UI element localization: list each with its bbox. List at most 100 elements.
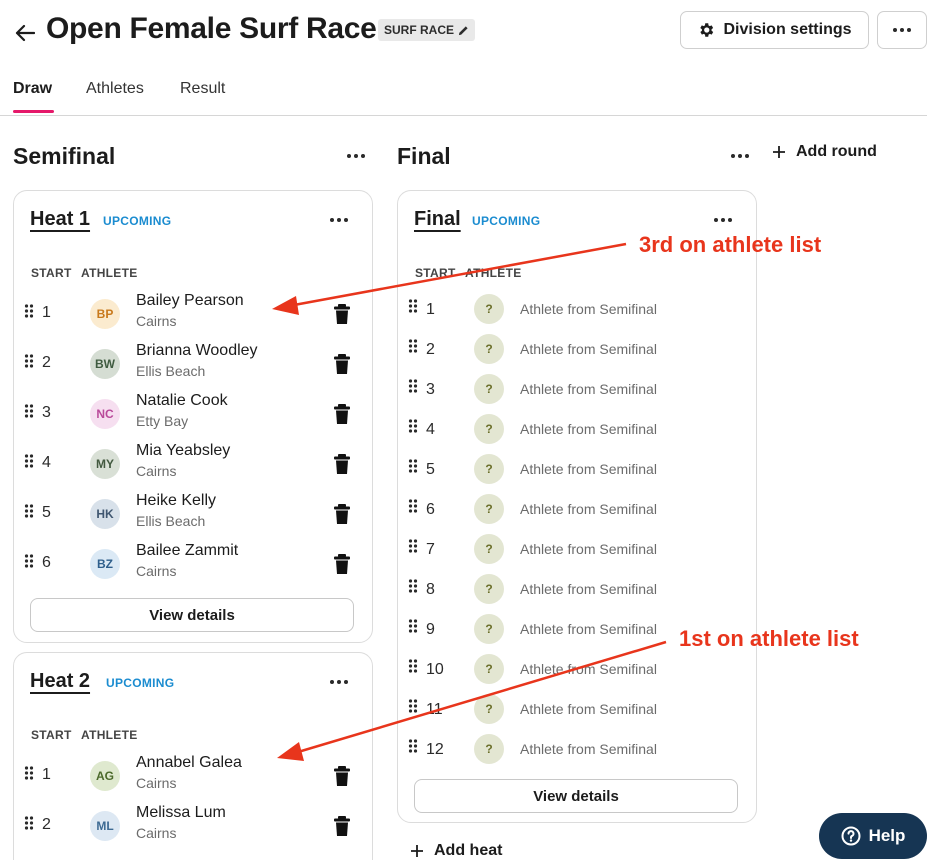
start-position: 1	[42, 304, 51, 321]
drag-handle-icon[interactable]	[408, 738, 418, 754]
athlete-name[interactable]: Annabel Galea	[136, 754, 242, 772]
drag-handle-icon[interactable]	[24, 453, 34, 469]
round-title-semifinal: Semifinal	[13, 143, 116, 169]
start-position: 10	[426, 661, 444, 678]
drag-handle-icon[interactable]	[408, 418, 418, 434]
athlete-name[interactable]: Heike Kelly	[136, 492, 216, 510]
drag-handle-icon[interactable]	[408, 658, 418, 674]
placeholder-row[interactable]: 4? Athlete from Semifinal	[398, 414, 756, 458]
trash-icon[interactable]	[332, 453, 352, 475]
division-settings-label: Division settings	[723, 21, 852, 38]
trash-icon[interactable]	[332, 403, 352, 425]
placeholder-row[interactable]: 10? Athlete from Semifinal	[398, 654, 756, 698]
athlete-row[interactable]: 2 ML Melissa Lum Cairns	[14, 804, 372, 860]
trash-icon[interactable]	[332, 353, 352, 375]
placeholder-avatar: ?	[474, 454, 504, 484]
column-header-start: START	[31, 728, 72, 742]
athlete-club: Ellis Beach	[136, 363, 206, 379]
drag-handle-icon[interactable]	[24, 403, 34, 419]
athlete-name[interactable]: Natalie Cook	[136, 392, 228, 410]
semifinal-more-icon[interactable]	[343, 150, 369, 162]
heat-title[interactable]: Final	[414, 208, 461, 231]
add-heat-label: Add heat	[434, 842, 503, 859]
athlete-name[interactable]: Mia Yeabsley	[136, 442, 230, 460]
back-arrow-icon[interactable]	[12, 20, 38, 46]
drag-handle-icon[interactable]	[24, 503, 34, 519]
avatar: BP	[90, 299, 120, 329]
header-more-button[interactable]	[877, 11, 927, 49]
drag-handle-icon[interactable]	[24, 303, 34, 319]
column-header-athlete: ATHLETE	[465, 266, 522, 280]
drag-handle-icon[interactable]	[408, 298, 418, 314]
placeholder-row[interactable]: 1? Athlete from Semifinal	[398, 294, 756, 338]
athlete-name[interactable]: Melissa Lum	[136, 804, 226, 822]
final-more-icon[interactable]	[727, 150, 753, 162]
drag-handle-icon[interactable]	[408, 498, 418, 514]
division-settings-button[interactable]: Division settings	[680, 11, 869, 49]
heat-more-icon[interactable]	[326, 214, 352, 226]
heat-more-icon[interactable]	[326, 676, 352, 688]
placeholder-row[interactable]: 3? Athlete from Semifinal	[398, 374, 756, 418]
athlete-club: Cairns	[136, 825, 177, 841]
start-position: 2	[42, 354, 51, 371]
drag-handle-icon[interactable]	[408, 338, 418, 354]
avatar: ML	[90, 811, 120, 841]
drag-handle-icon[interactable]	[408, 538, 418, 554]
plus-icon	[411, 845, 423, 857]
placeholder-row[interactable]: 7? Athlete from Semifinal	[398, 534, 756, 578]
drag-handle-icon[interactable]	[24, 553, 34, 569]
start-position: 5	[426, 461, 435, 478]
athlete-name[interactable]: Brianna Woodley	[136, 342, 258, 360]
drag-handle-icon[interactable]	[408, 618, 418, 634]
tab-athletes[interactable]: Athletes	[86, 80, 144, 98]
athlete-club: Etty Bay	[136, 413, 189, 429]
trash-icon[interactable]	[332, 815, 352, 837]
athlete-name[interactable]: Bailee Zammit	[136, 542, 238, 560]
placeholder-avatar: ?	[474, 614, 504, 644]
tab-draw[interactable]: Draw	[13, 80, 52, 98]
placeholder-row[interactable]: 11? Athlete from Semifinal	[398, 694, 756, 738]
heat-more-icon[interactable]	[710, 214, 736, 226]
athlete-row[interactable]: 6 BZ Bailee Zammit Cairns	[14, 542, 372, 599]
help-button[interactable]: Help	[819, 813, 927, 859]
start-position: 5	[42, 504, 51, 521]
start-position: 6	[426, 501, 435, 518]
athlete-club: Cairns	[136, 775, 177, 791]
trash-icon[interactable]	[332, 503, 352, 525]
placeholder-athlete-text: Athlete from Semifinal	[520, 421, 657, 437]
placeholder-row[interactable]: 8? Athlete from Semifinal	[398, 574, 756, 618]
add-round-button[interactable]: Add round	[772, 143, 877, 161]
placeholder-avatar: ?	[474, 574, 504, 604]
drag-handle-icon[interactable]	[408, 698, 418, 714]
trash-icon[interactable]	[332, 303, 352, 325]
drag-handle-icon[interactable]	[24, 815, 34, 831]
placeholder-avatar: ?	[474, 334, 504, 364]
trash-icon[interactable]	[332, 553, 352, 575]
placeholder-row[interactable]: 5? Athlete from Semifinal	[398, 454, 756, 498]
drag-handle-icon[interactable]	[408, 578, 418, 594]
drag-handle-icon[interactable]	[24, 765, 34, 781]
heat-card-final: Final UPCOMING START ATHLETE 1? Athlete f…	[397, 190, 757, 823]
athlete-name[interactable]: Bailey Pearson	[136, 292, 244, 310]
heat-title[interactable]: Heat 2	[30, 670, 90, 693]
drag-handle-icon[interactable]	[408, 378, 418, 394]
drag-handle-icon[interactable]	[408, 458, 418, 474]
event-type-badge[interactable]: SURF RACE	[378, 19, 476, 41]
placeholder-row[interactable]: 2? Athlete from Semifinal	[398, 334, 756, 378]
start-position: 7	[426, 541, 435, 558]
start-position: 12	[426, 741, 444, 758]
add-heat-button[interactable]: Add heat	[410, 842, 502, 860]
placeholder-row[interactable]: 12? Athlete from Semifinal	[398, 734, 756, 778]
view-details-button[interactable]: View details	[30, 598, 354, 632]
drag-handle-icon[interactable]	[24, 353, 34, 369]
heat-card-semifinal-2: Heat 2 UPCOMING START ATHLETE 1 AG Annabel…	[13, 652, 373, 860]
status-badge: UPCOMING	[472, 214, 541, 228]
placeholder-avatar: ?	[474, 734, 504, 764]
placeholder-row[interactable]: 6? Athlete from Semifinal	[398, 494, 756, 538]
start-position: 1	[42, 766, 51, 783]
trash-icon[interactable]	[332, 765, 352, 787]
athlete-club: Cairns	[136, 463, 177, 479]
heat-title[interactable]: Heat 1	[30, 208, 90, 231]
view-details-button[interactable]: View details	[414, 779, 738, 813]
tab-result[interactable]: Result	[180, 80, 225, 98]
